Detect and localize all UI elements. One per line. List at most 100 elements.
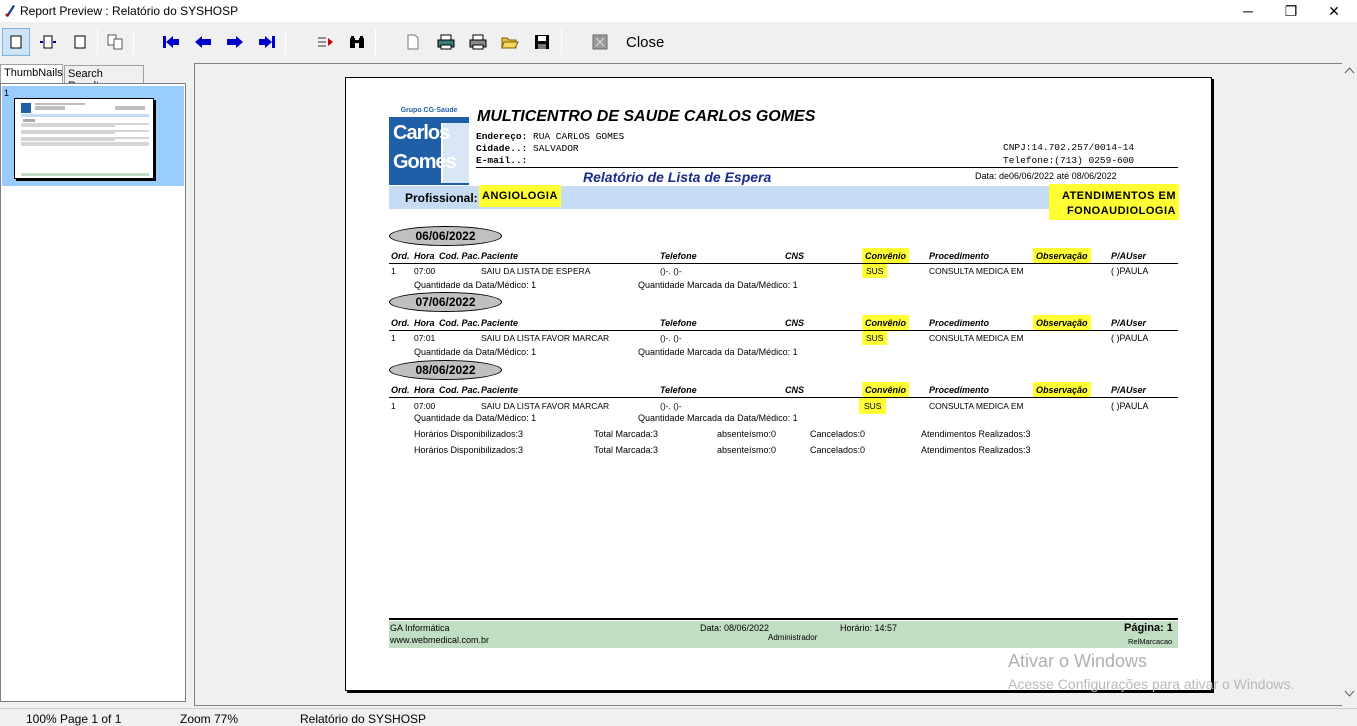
cnpj: CNPJ:14.702.257/0014-14 [1003,142,1135,153]
col-pauser: P/AUser [1111,318,1147,328]
open-button[interactable] [496,28,524,56]
footer-site: www.webmedical.com.br [390,635,490,645]
col-cns: CNS [785,318,805,328]
full-page-button[interactable] [66,28,94,56]
hospital-name: MULTICENTRO DE SAUDE CARLOS GOMES [477,108,816,125]
group-date: 08/06/2022 [389,360,502,380]
close-button[interactable]: Close [626,34,664,51]
next-page-icon [227,36,243,48]
toolbar-separator [375,29,376,55]
col-ord: Ord. [391,251,410,261]
atendimentos-line1: ATENDIMENTOS EM [1061,190,1176,202]
footer-divider [389,618,1178,620]
group-date: 06/06/2022 [389,226,502,246]
footer-date: Data: 08/06/2022 [700,623,770,633]
summary-total-marcada: Total Marcada:3 [594,429,659,439]
tab-thumbnails[interactable]: ThumbNails [0,64,63,83]
row-ord: 1 [391,333,396,343]
summary-realizados: Atendimentos Realizados:3 [921,429,1031,439]
maximize-button[interactable]: ❐ [1268,0,1314,22]
close-window-button[interactable]: ✕ [1311,0,1357,22]
col-cod-pac: Cod. Pac. [439,251,481,261]
col-telefone: Telefone [660,385,697,395]
scroll-up-icon[interactable] [1342,63,1357,78]
logo-top-text: Grupo CG·Saúde [389,107,469,117]
status-bar: 100% Page 1 of 1 Zoom 77% Relatório do S… [0,708,1357,726]
minimize-button[interactable]: ─ [1225,0,1271,22]
status-zoom: Zoom 77% [180,712,239,726]
row-procedimento: CONSULTA MEDICA EM [929,266,1024,276]
page-width-button[interactable] [34,28,62,56]
qtd-data-medico: Quantidade da Data/Médico: 1 [414,413,537,423]
row-ord: 1 [391,266,396,276]
window-title: Report Preview : Relatório do SYSHOSP [20,4,239,18]
col-procedimento: Procedimento [929,251,990,261]
column-divider [389,397,1178,398]
goto-page-button[interactable] [311,28,339,56]
qtd-data-medico: Quantidade da Data/Médico: 1 [414,280,537,290]
row-procedimento: CONSULTA MEDICA EM [929,333,1024,343]
thumbnail-list: 1 [0,83,186,702]
status-report: Relatório do SYSHOSP [300,712,427,726]
col-observacao: Observação [1033,315,1091,331]
thumbnail-page[interactable] [14,98,154,179]
column-divider [389,263,1178,264]
first-page-icon [163,36,179,48]
col-pauser: P/AUser [1111,385,1147,395]
col-hora: Hora [414,251,435,261]
col-convenio: Convênio [862,382,910,398]
row-hora: 07:00 [414,401,436,411]
app-icon [5,5,15,17]
activation-watermark-text: Acesse Configurações para ativar o Windo… [1008,676,1295,692]
telefone-hospital: Telefone:(713) 0259-600 [1003,155,1135,166]
last-page-button[interactable] [253,28,281,56]
print-direct-button[interactable] [464,28,492,56]
col-procedimento: Procedimento [929,318,990,328]
column-divider [389,330,1178,331]
toolbar-separator [133,29,134,55]
summary-realizados: Atendimentos Realizados:3 [921,445,1031,455]
summary-disponibilizados: Horários Disponibilizados:3 [414,445,524,455]
toolbar-separator [561,29,562,55]
status-page: Page 1 of 1 [60,712,122,726]
col-procedimento: Procedimento [929,385,990,395]
first-page-button[interactable] [157,28,185,56]
row-convenio: SUS [859,398,887,414]
col-ord: Ord. [391,318,410,328]
header-divider [476,167,1178,168]
tab-search-results[interactable]: Search Results [64,65,144,92]
printer-setup-button[interactable] [399,28,427,56]
toolbar-separator [285,29,286,55]
col-cod-pac: Cod. Pac. [439,318,481,328]
col-observacao: Observação [1033,248,1091,264]
next-page-button[interactable] [221,28,249,56]
previous-page-button[interactable] [189,28,217,56]
summary-total-marcada: Total Marcada:3 [594,445,659,455]
page-view-button[interactable] [2,28,30,56]
print-icon [437,34,455,50]
scroll-down-icon[interactable] [1342,686,1357,701]
atendimentos-line2: FONOAUDIOLOGIA [1066,205,1176,217]
vertical-scrollbar[interactable] [1342,63,1357,706]
logo-line2: Gomes [393,151,457,173]
last-page-icon [259,36,275,48]
col-paciente: Paciente [481,318,519,328]
multi-page-button[interactable] [101,28,129,56]
row-telefone: ()-. ()- [660,333,682,343]
search-button[interactable] [343,28,371,56]
print-button[interactable] [432,28,460,56]
activation-watermark-title: Ativar o Windows [1008,651,1148,671]
row-telefone: ()-. ()- [660,401,682,411]
footer-time: Horário: 14:57 [840,623,898,633]
summary-cancelados: Cancelados:0 [810,445,866,455]
save-button[interactable] [528,28,556,56]
col-paciente: Paciente [481,251,519,261]
export-button[interactable] [586,28,614,56]
row-paciente: SAIU DA LISTA FAVOR MARCAR [481,333,610,343]
col-convenio: Convênio [862,248,910,264]
qtd-data-medico: Quantidade da Data/Médico: 1 [414,347,537,357]
thumbnail-item[interactable]: 1 [2,86,184,186]
goto-page-icon [318,37,333,47]
title-bar: Report Preview : Relatório do SYSHOSP ─ … [0,0,1357,22]
col-pauser: P/AUser [1111,251,1147,261]
